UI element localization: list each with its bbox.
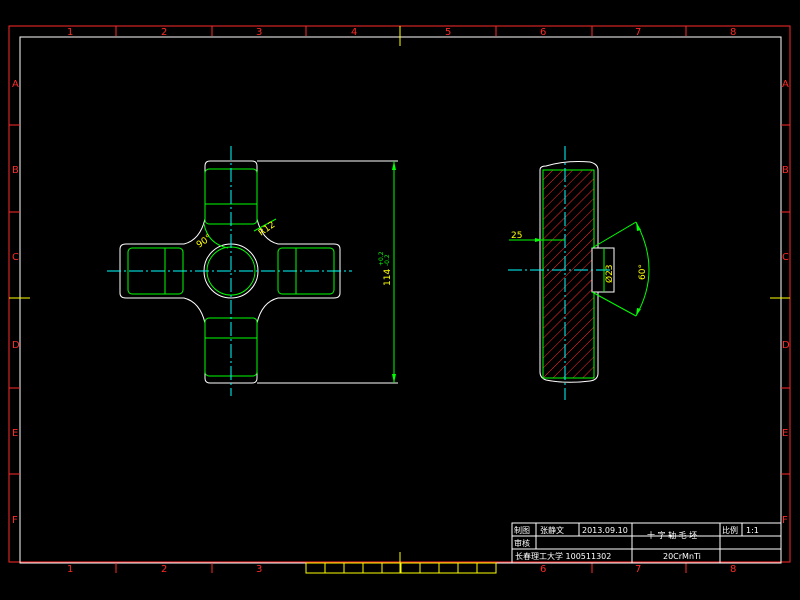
front-centerlines — [107, 146, 352, 396]
offset-dim-text: 25 — [511, 231, 522, 241]
col-label: 2 — [161, 27, 167, 38]
row-label: E — [12, 428, 18, 439]
inner-drawing-frame — [19, 36, 782, 564]
row-label: D — [12, 340, 20, 351]
col-label: 3 — [256, 564, 262, 575]
col-label: 6 — [540, 564, 546, 575]
title-block: 制图 张静文 2013.09.10 十 字 轴 毛 坯 比例 1:1 审核 长春… — [511, 522, 782, 564]
row-label: B — [782, 165, 789, 176]
drawing-date: 2013.09.10 — [582, 526, 628, 535]
col-label: 8 — [730, 564, 736, 575]
col-label: 3 — [256, 27, 262, 38]
col-label: 4 — [351, 27, 357, 38]
school-info: 长春理工大学 100511302 — [515, 551, 611, 561]
row-label: F — [782, 515, 788, 526]
col-label: 7 — [635, 564, 641, 575]
arrow-angle-top-icon — [636, 222, 641, 231]
row-label: F — [12, 515, 18, 526]
arrow-down-icon — [392, 374, 396, 383]
arrow-up-icon — [392, 161, 396, 170]
scale-value: 1:1 — [746, 526, 759, 535]
row-label: B — [12, 165, 19, 176]
side-view-section: 25 Ø23 60° — [508, 146, 650, 400]
col-label: 1 — [67, 27, 73, 38]
tolerance-lower-text: -0.2 — [384, 254, 391, 266]
zone-ruler-ticks — [9, 26, 790, 573]
row-label: E — [782, 428, 788, 439]
angle-leg-upper — [591, 221, 637, 249]
row-label: C — [782, 252, 789, 263]
angle-60-text: 60° — [638, 264, 648, 280]
col-label: 2 — [161, 564, 167, 575]
cross-outline — [119, 160, 341, 384]
drawn-label: 制图 — [514, 525, 530, 535]
scale-label: 比例 — [722, 525, 738, 535]
outer-sheet-border — [8, 25, 791, 563]
arrow-right-icon — [535, 238, 543, 242]
hole-dim-text: Ø23 — [604, 264, 615, 283]
material-text: 20CrMnTi — [663, 552, 701, 561]
col-label: 5 — [445, 27, 451, 38]
row-label: A — [12, 79, 19, 90]
col-label: 7 — [635, 27, 641, 38]
ruler-column-labels-top: 1 2 3 4 5 6 7 8 — [67, 27, 736, 38]
front-view-cross: R12 90° 114 +0.2 -0.2 — [107, 146, 398, 396]
checked-label: 审核 — [514, 538, 530, 548]
row-label: D — [782, 340, 790, 351]
height-dim-text: 114 — [383, 269, 393, 286]
center-marks — [9, 26, 790, 573]
radius-dim-text: R12 — [257, 220, 277, 238]
row-label: C — [12, 252, 19, 263]
ruler-row-labels-left: A B C D E F — [12, 79, 20, 526]
angle-leg-lower — [591, 291, 637, 317]
row-label: A — [782, 79, 789, 90]
col-label: 8 — [730, 27, 736, 38]
drawn-by: 张静文 — [540, 525, 564, 535]
reference-scale-strip — [305, 562, 497, 574]
col-label: 6 — [540, 27, 546, 38]
arrow-angle-bottom-icon — [636, 308, 641, 316]
drawing-title: 十 字 轴 毛 坯 — [647, 530, 697, 540]
col-label: 1 — [67, 564, 73, 575]
section-hatch — [542, 169, 595, 379]
ruler-row-labels-right: A B C D E F — [782, 79, 790, 526]
cad-drawing-canvas: 1 2 3 4 5 6 7 8 1 2 3 6 7 8 A B C D E F … — [8, 25, 791, 575]
